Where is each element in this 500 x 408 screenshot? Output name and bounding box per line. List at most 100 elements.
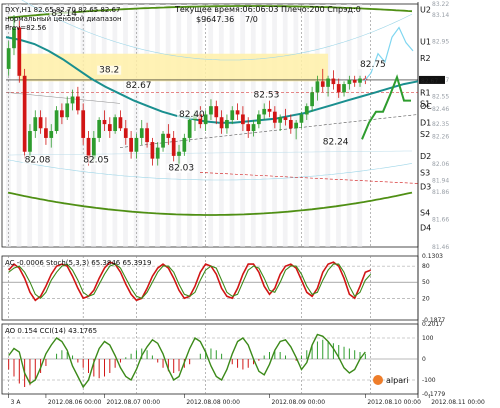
level-label: R1	[420, 88, 431, 97]
stoch-tick: 0.1303	[422, 253, 443, 260]
time-tick: 2012.08.08 00:00	[186, 399, 240, 406]
stoch-tick: 80	[422, 263, 430, 270]
candle-body	[278, 117, 283, 123]
level-label: D1	[420, 119, 431, 128]
candle-body	[214, 106, 219, 118]
candle-body	[315, 81, 320, 93]
level-label: OC	[420, 102, 432, 111]
candle-body	[113, 117, 117, 132]
price-tick: 82.55	[432, 94, 449, 101]
stoch-tick: 20	[422, 295, 430, 302]
price-tick: 83.22	[432, 1, 449, 8]
candle-body	[267, 108, 272, 112]
pivot-band	[19, 53, 329, 82]
time-tick: 2012.08.10 00:00	[367, 399, 421, 406]
candle-body	[134, 137, 139, 152]
time-stripe	[325, 4, 331, 247]
candle-body	[129, 137, 133, 152]
chart-canvas: 83.14 38.2 82.67 82.40 82.53 82.75 82.24 82.08 8…	[1, 0, 485, 406]
candle-body	[166, 133, 171, 138]
trading-chart: 83.14 38.2 82.67 82.40 82.53 82.75 82.24 82.08 8…	[0, 0, 500, 408]
candle-body	[320, 81, 325, 87]
candle-body	[358, 78, 362, 83]
candle-body	[331, 78, 336, 85]
alpari-logo-icon	[373, 375, 383, 385]
price-label: 82.40	[179, 110, 205, 120]
candle-body	[97, 119, 102, 138]
stoch-tick: 50	[422, 279, 430, 286]
level-label: S4	[420, 208, 430, 217]
candle-body	[304, 106, 309, 115]
time-tick: 2012.08.11 00:00	[431, 399, 485, 406]
candle-body	[326, 78, 330, 87]
price-tick: 82.06	[432, 161, 449, 168]
candle-body	[33, 117, 38, 132]
candle-body	[123, 128, 128, 138]
candle-body	[241, 114, 245, 125]
candle-body	[44, 128, 48, 138]
price-tick: 82.26	[432, 134, 449, 141]
candle-body	[60, 110, 64, 118]
candle-body	[246, 124, 251, 132]
level-label: R2	[420, 54, 431, 63]
price-label: 82.24	[323, 137, 349, 147]
candle-body	[225, 119, 229, 129]
time-tick: 2012.08.09 00:00	[272, 399, 326, 406]
candle-body	[161, 133, 165, 148]
time-stripe	[69, 4, 75, 247]
candle-body	[76, 96, 80, 111]
alpari-text: alpari	[386, 376, 409, 385]
candle-body	[219, 117, 224, 129]
candle-body	[139, 128, 144, 138]
price-tick: 81.86	[432, 189, 449, 196]
stoch-title: AC -0.0006 Stoch(5,3,3) 65.3846 65.3919	[5, 259, 151, 267]
candle-body	[352, 79, 357, 83]
price-label: 82.75	[360, 60, 386, 70]
price-tick: 82.35	[432, 121, 449, 128]
ratio: 7/0	[245, 15, 258, 24]
ao-tick: 100	[422, 335, 434, 342]
price-tick: 82.95	[432, 38, 449, 45]
level-label: D3	[420, 182, 431, 191]
price-label: 82.03	[168, 164, 194, 174]
candle-body	[22, 75, 27, 152]
price-tick: 83.14	[432, 12, 449, 19]
candle-body	[347, 79, 352, 85]
alpari-watermark: alpari	[373, 375, 409, 385]
candle-body	[38, 117, 43, 129]
candle	[22, 68, 27, 159]
candle-body	[155, 147, 160, 159]
time-stripe	[229, 4, 235, 247]
price-label: 82.08	[25, 155, 51, 165]
level-names: U2U1R2LBR1S1OCD1S2D2S3D3S4D4	[420, 6, 432, 233]
candle-body	[283, 117, 288, 120]
ao-title: AO 0.154 CCI(14) 43.1765	[5, 327, 97, 335]
level-label: U2	[420, 6, 431, 15]
candle-body	[171, 137, 176, 156]
time-tick: 2012.08.06 00:00	[48, 399, 102, 406]
candle-body	[49, 131, 54, 138]
candle-body	[257, 114, 261, 125]
candle-body	[336, 84, 341, 93]
candle	[54, 106, 59, 134]
level-label: S2	[420, 130, 430, 139]
candle-body	[70, 96, 75, 104]
account-value: $9647.36	[196, 15, 234, 24]
indicator-sub: Prev=82.56	[5, 24, 47, 32]
ao-tick: -100	[422, 377, 436, 384]
candle-body	[81, 110, 86, 138]
candle-body	[299, 114, 304, 123]
price-tick: 82.46	[432, 106, 449, 113]
price-label: 82.53	[254, 91, 280, 101]
level-label: U1	[420, 37, 431, 46]
price-tick: 81.46	[432, 244, 449, 251]
ao-tick: -0.1779	[422, 391, 445, 398]
candle-body	[262, 108, 267, 115]
price-tick: 81.66	[432, 216, 449, 223]
symbol-line: DXY,H1 82.65 82.70 82.65 82.67	[5, 6, 120, 14]
candle-body	[28, 131, 32, 152]
candle-body	[235, 110, 240, 115]
candle-body	[65, 103, 70, 118]
candle-body	[272, 111, 277, 123]
candle-body	[294, 122, 298, 129]
